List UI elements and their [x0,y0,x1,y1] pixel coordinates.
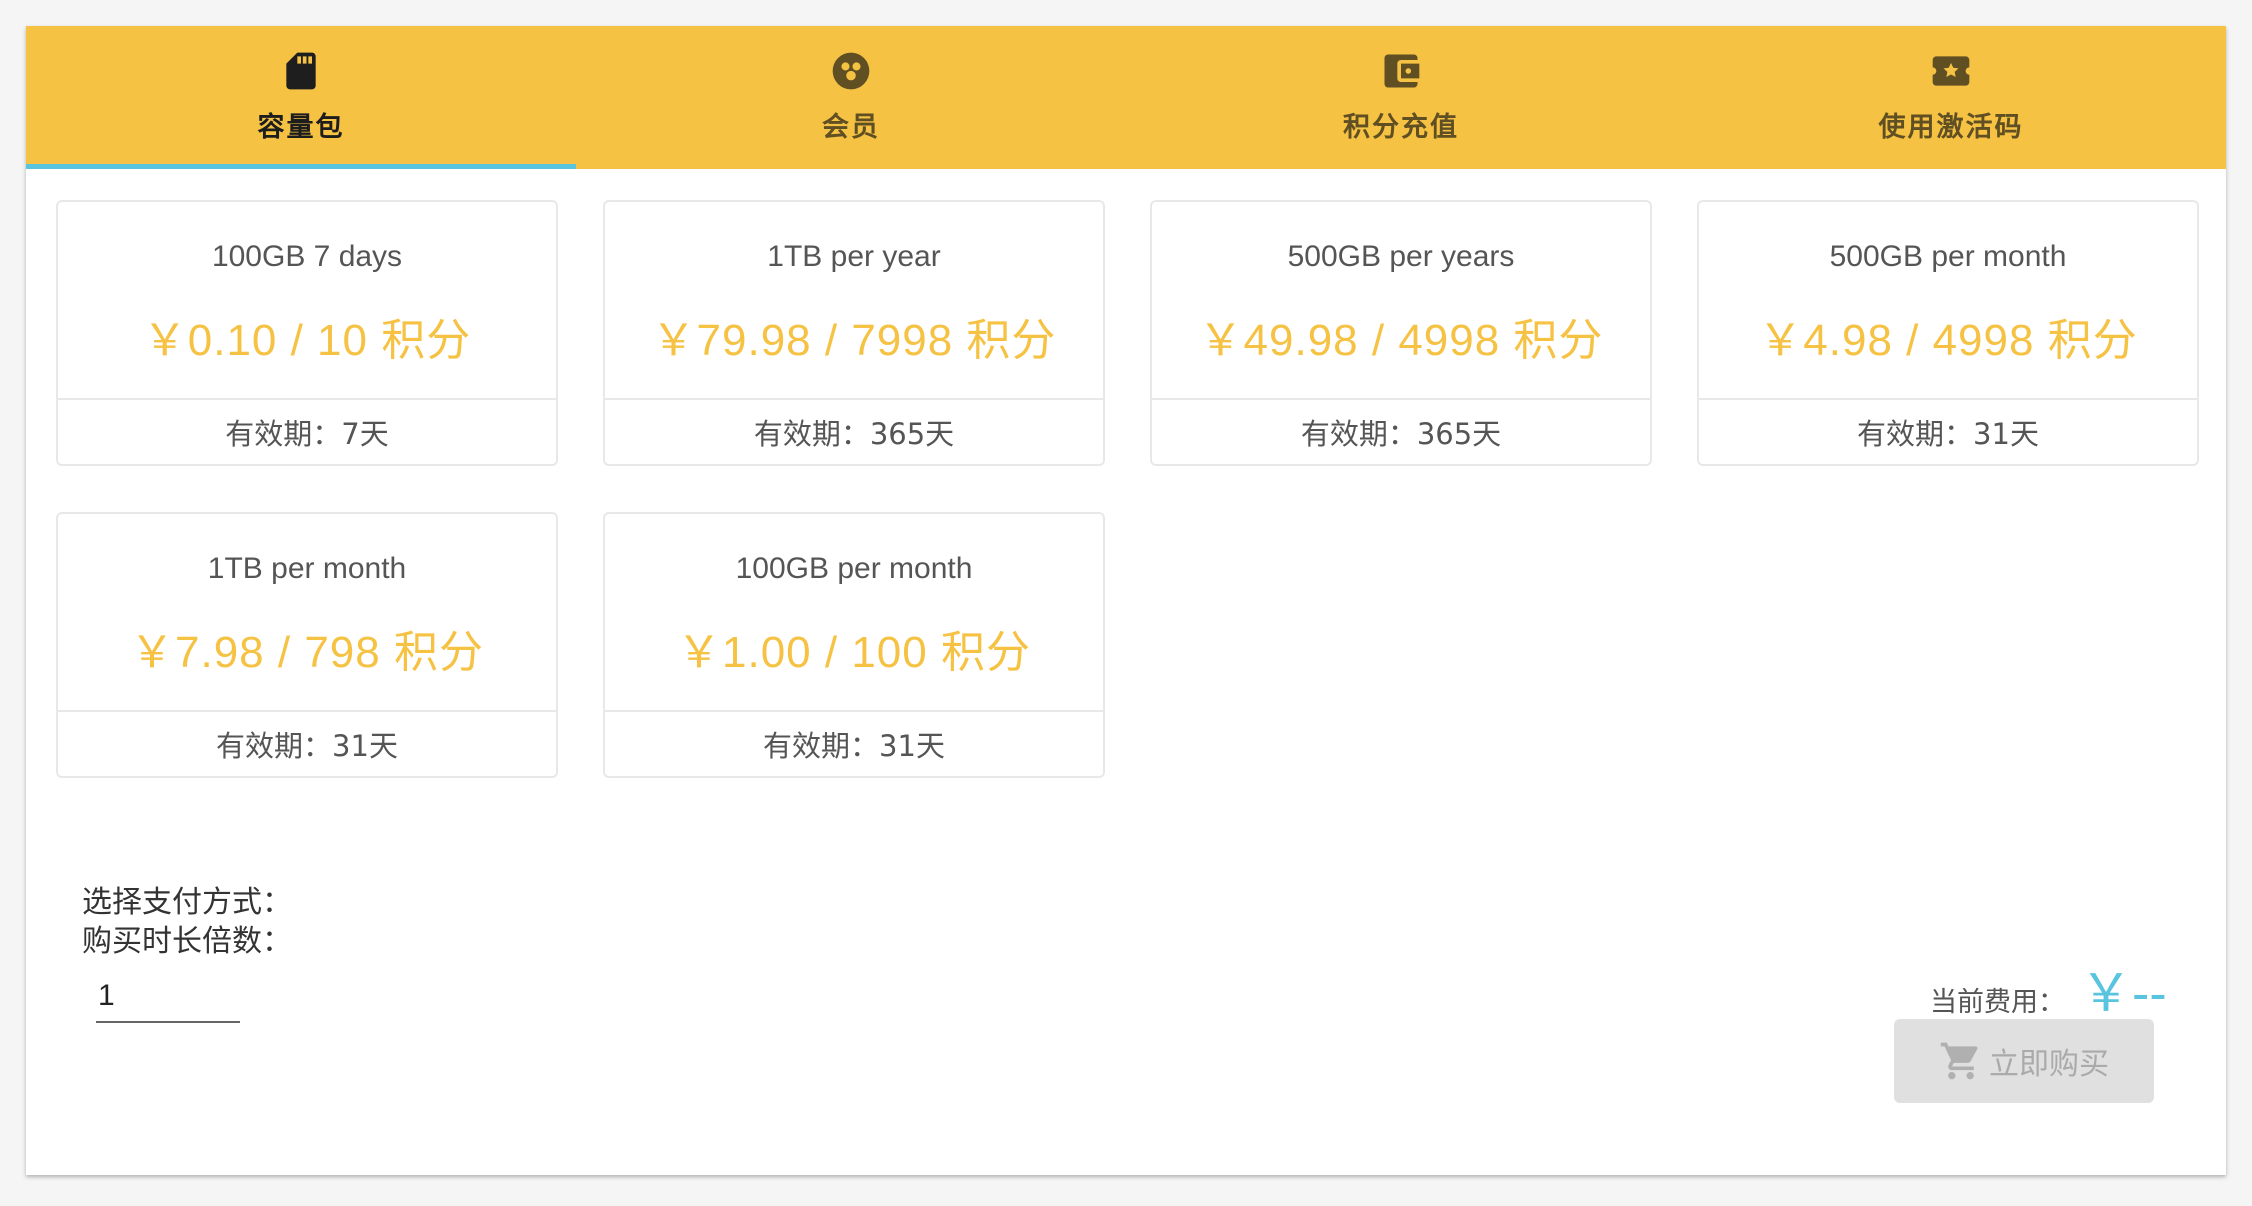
package-validity: 有效期：31天 [1857,417,2039,451]
tab-label: 会员 [822,112,880,143]
multiplier-input[interactable] [96,971,240,1023]
multiplier-label: 购买时长倍数： [82,924,292,959]
tab-membership[interactable]: 会员 [576,26,1126,169]
tab-label: 使用激活码 [1878,112,2024,143]
tab-capacity-pack[interactable]: 容量包 [26,26,576,169]
active-tab-indicator [26,164,576,169]
package-validity: 有效期：365天 [753,417,955,451]
package-name: 100GB per month [735,552,973,585]
package-price: ￥1.00 / 100 积分 [677,628,1031,677]
sd-card-icon [286,52,316,90]
tab-activation-code[interactable]: 使用激活码 [1676,26,2226,169]
package-card[interactable]: 100GB 7 days ￥0.10 / 10 积分 有效期：7天 [56,200,558,466]
package-name: 1TB per month [207,552,407,585]
package-card[interactable]: 100GB per month ￥1.00 / 100 积分 有效期：31天 [603,512,1105,778]
wallet-icon [1384,54,1420,88]
package-price: ￥79.98 / 7998 积分 [651,316,1057,365]
package-validity: 有效期：7天 [225,417,389,451]
package-price: ￥4.98 / 4998 积分 [1758,316,2138,365]
group-icon [832,52,870,90]
tab-points-recharge[interactable]: 积分充值 [1126,26,1676,169]
tab-bar: 容量包 会员 积分充值 使用激活码 [26,26,2226,169]
package-name: 500GB per month [1829,240,2067,273]
cart-icon [1940,1042,1978,1080]
package-validity: 有效期：365天 [1300,417,1502,451]
package-grid: 100GB 7 days ￥0.10 / 10 积分 有效期：7天 1TB pe… [56,200,2199,778]
purchase-panel: 容量包 会员 积分充值 使用激活码 100GB 7 days ￥0.10 / 1… [26,26,2226,1175]
package-card[interactable]: 500GB per years ￥49.98 / 4998 积分 有效期：365… [1150,200,1652,466]
package-price: ￥7.98 / 798 积分 [130,628,484,677]
buy-now-label: 立即购买 [1989,1047,2109,1082]
payment-method-label: 选择支付方式： [82,885,292,920]
tab-label: 积分充值 [1343,112,1459,143]
current-cost-label: 当前费用： [1930,987,2065,1018]
ticket-star-icon [1932,56,1970,86]
package-name: 100GB 7 days [211,240,403,273]
buy-now-button[interactable]: 立即购买 [1894,1019,2154,1103]
package-card[interactable]: 500GB per month ￥4.98 / 4998 积分 有效期：31天 [1697,200,2199,466]
package-price: ￥0.10 / 10 积分 [142,316,472,365]
package-card[interactable]: 1TB per year ￥79.98 / 7998 积分 有效期：365天 [603,200,1105,466]
tab-label: 容量包 [257,112,345,143]
package-name: 500GB per years [1287,240,1515,273]
package-price: ￥49.98 / 4998 积分 [1198,316,1604,365]
package-validity: 有效期：31天 [763,729,945,763]
current-cost-value: ￥-- [2080,965,2167,1023]
package-validity: 有效期：31天 [216,729,398,763]
package-card[interactable]: 1TB per month ￥7.98 / 798 积分 有效期：31天 [56,512,558,778]
package-name: 1TB per year [767,240,941,273]
